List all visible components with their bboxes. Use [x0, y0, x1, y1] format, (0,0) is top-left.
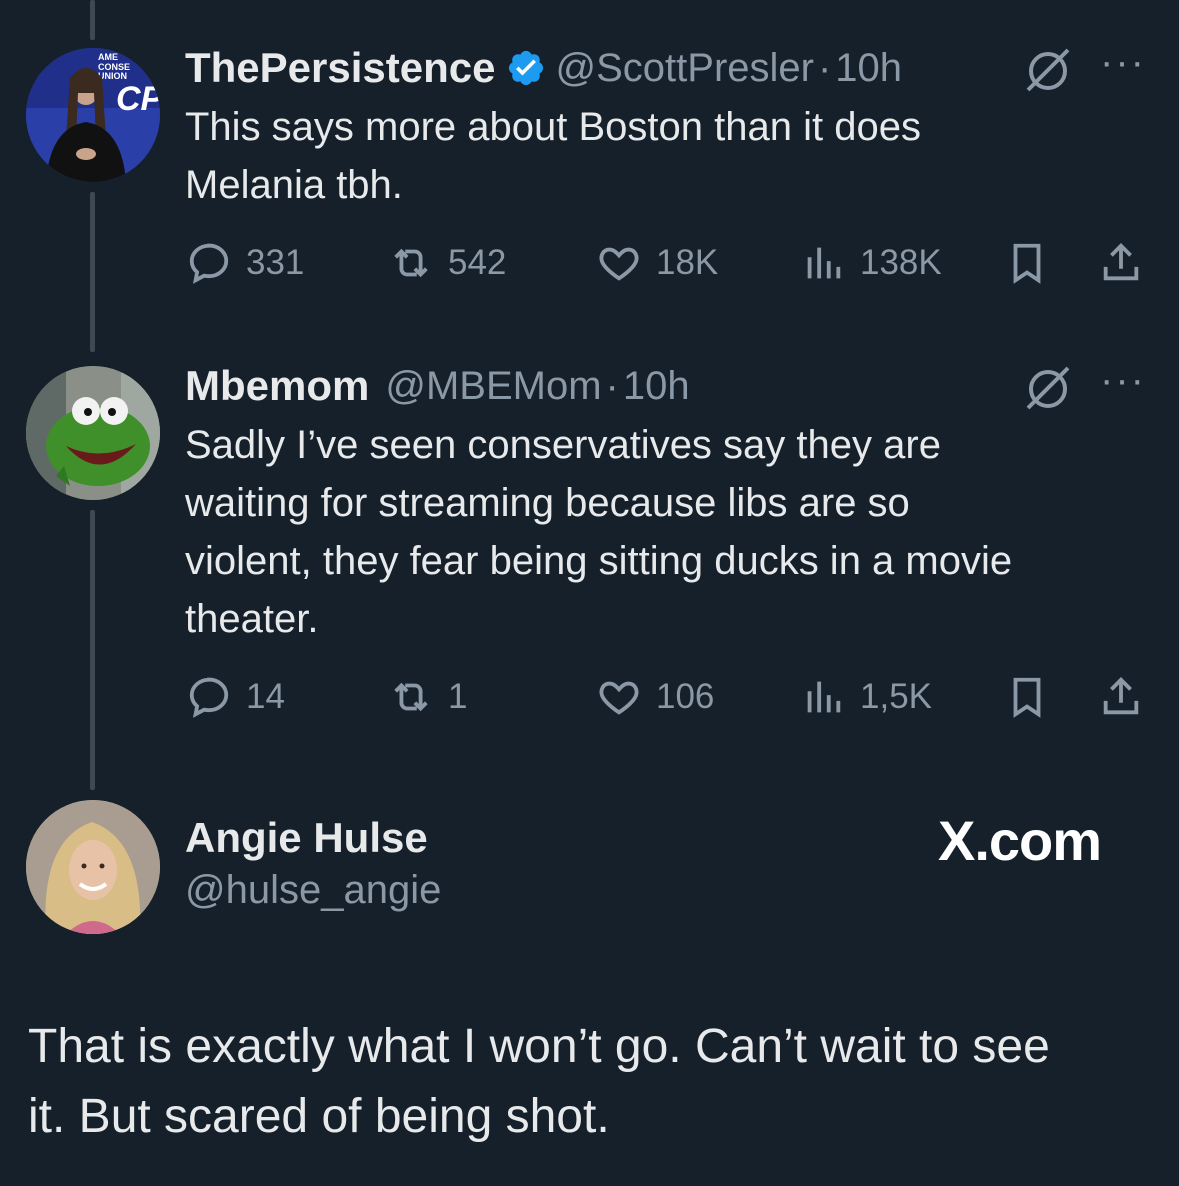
repost-count: 542 — [448, 243, 507, 282]
like-button[interactable]: 18K — [596, 240, 718, 286]
thread-line — [90, 192, 95, 352]
views-count: 138K — [860, 243, 942, 282]
tweet-text-line: theater. — [185, 597, 319, 641]
bookmark-icon — [1013, 243, 1041, 284]
author-handle[interactable]: @MBEMom — [385, 364, 601, 409]
views-icon — [807, 247, 841, 279]
tweet-text-line: waiting for streaming because libs are s… — [185, 481, 910, 525]
grok-icon[interactable] — [1022, 362, 1074, 419]
like-button[interactable]: 106 — [596, 674, 714, 720]
quote-text-line: That is exactly what I won’t go. Can’t w… — [28, 1020, 1050, 1073]
avatar-badge-text: AME — [98, 52, 118, 62]
separator-dot: · — [817, 45, 832, 90]
tweet-text-line: Melania tbh. — [185, 163, 403, 207]
share-button[interactable] — [1098, 674, 1144, 720]
repost-icon — [394, 248, 428, 278]
repost-count: 1 — [448, 677, 468, 716]
avatar-angie-hulse[interactable] — [26, 800, 160, 934]
views-icon — [807, 681, 841, 713]
reply-icon — [189, 243, 229, 284]
views-button[interactable]: 138K — [800, 240, 942, 286]
tweet-text-line: Sadly I’ve seen conservatives say they a… — [185, 423, 941, 467]
bookmark-button[interactable] — [1004, 240, 1050, 286]
reply-icon — [189, 677, 229, 718]
reply-count: 331 — [246, 243, 305, 282]
author-name[interactable]: Mbemom — [185, 362, 369, 410]
separator-dot: · — [605, 363, 619, 408]
reply-button[interactable]: 14 — [186, 674, 285, 720]
author-name[interactable]: ThePersistence — [185, 44, 496, 92]
grok-icon[interactable] — [1022, 44, 1074, 101]
share-icon — [1103, 243, 1139, 281]
quote-text-line: it. But scared of being shot. — [28, 1090, 610, 1143]
quote-author-name[interactable]: Angie Hulse — [185, 814, 428, 862]
reply-count: 14 — [246, 677, 285, 716]
share-button[interactable] — [1098, 240, 1144, 286]
tweet-text-line: This says more about Boston than it does — [185, 105, 921, 149]
author-handle[interactable]: @ScottPresler — [556, 46, 814, 91]
svg-text:CPA: CPA — [116, 80, 160, 118]
verified-badge-icon — [506, 48, 546, 88]
thread-line — [90, 510, 95, 790]
reply-button[interactable]: 331 — [186, 240, 304, 286]
views-count: 1,5K — [860, 677, 932, 716]
more-icon[interactable]: ··· — [1100, 40, 1146, 85]
repost-icon — [394, 682, 428, 712]
like-count: 18K — [656, 243, 719, 282]
repost-button[interactable]: 542 — [388, 240, 506, 286]
tweet-text-line: violent, they fear being sitting ducks i… — [185, 539, 1013, 583]
tweet-time[interactable]: 10h — [623, 364, 690, 409]
avatar-mbemom[interactable] — [26, 366, 160, 500]
more-icon[interactable]: ··· — [1100, 358, 1146, 403]
bookmark-button[interactable] — [1004, 674, 1050, 720]
quote-author-handle[interactable]: @hulse_angie — [185, 868, 441, 913]
tweet-time[interactable]: 10h — [835, 46, 902, 91]
repost-button[interactable]: 1 — [388, 674, 467, 720]
thread-line — [90, 0, 95, 40]
like-icon — [599, 681, 639, 715]
views-button[interactable]: 1,5K — [800, 674, 932, 720]
like-icon — [599, 247, 639, 281]
like-count: 106 — [656, 677, 715, 716]
bookmark-icon — [1013, 677, 1041, 718]
avatar-thepersistence[interactable]: AME CONSE UNION CPA — [26, 48, 160, 182]
share-icon — [1103, 677, 1139, 715]
x-brand-logo: X.com — [938, 809, 1102, 872]
